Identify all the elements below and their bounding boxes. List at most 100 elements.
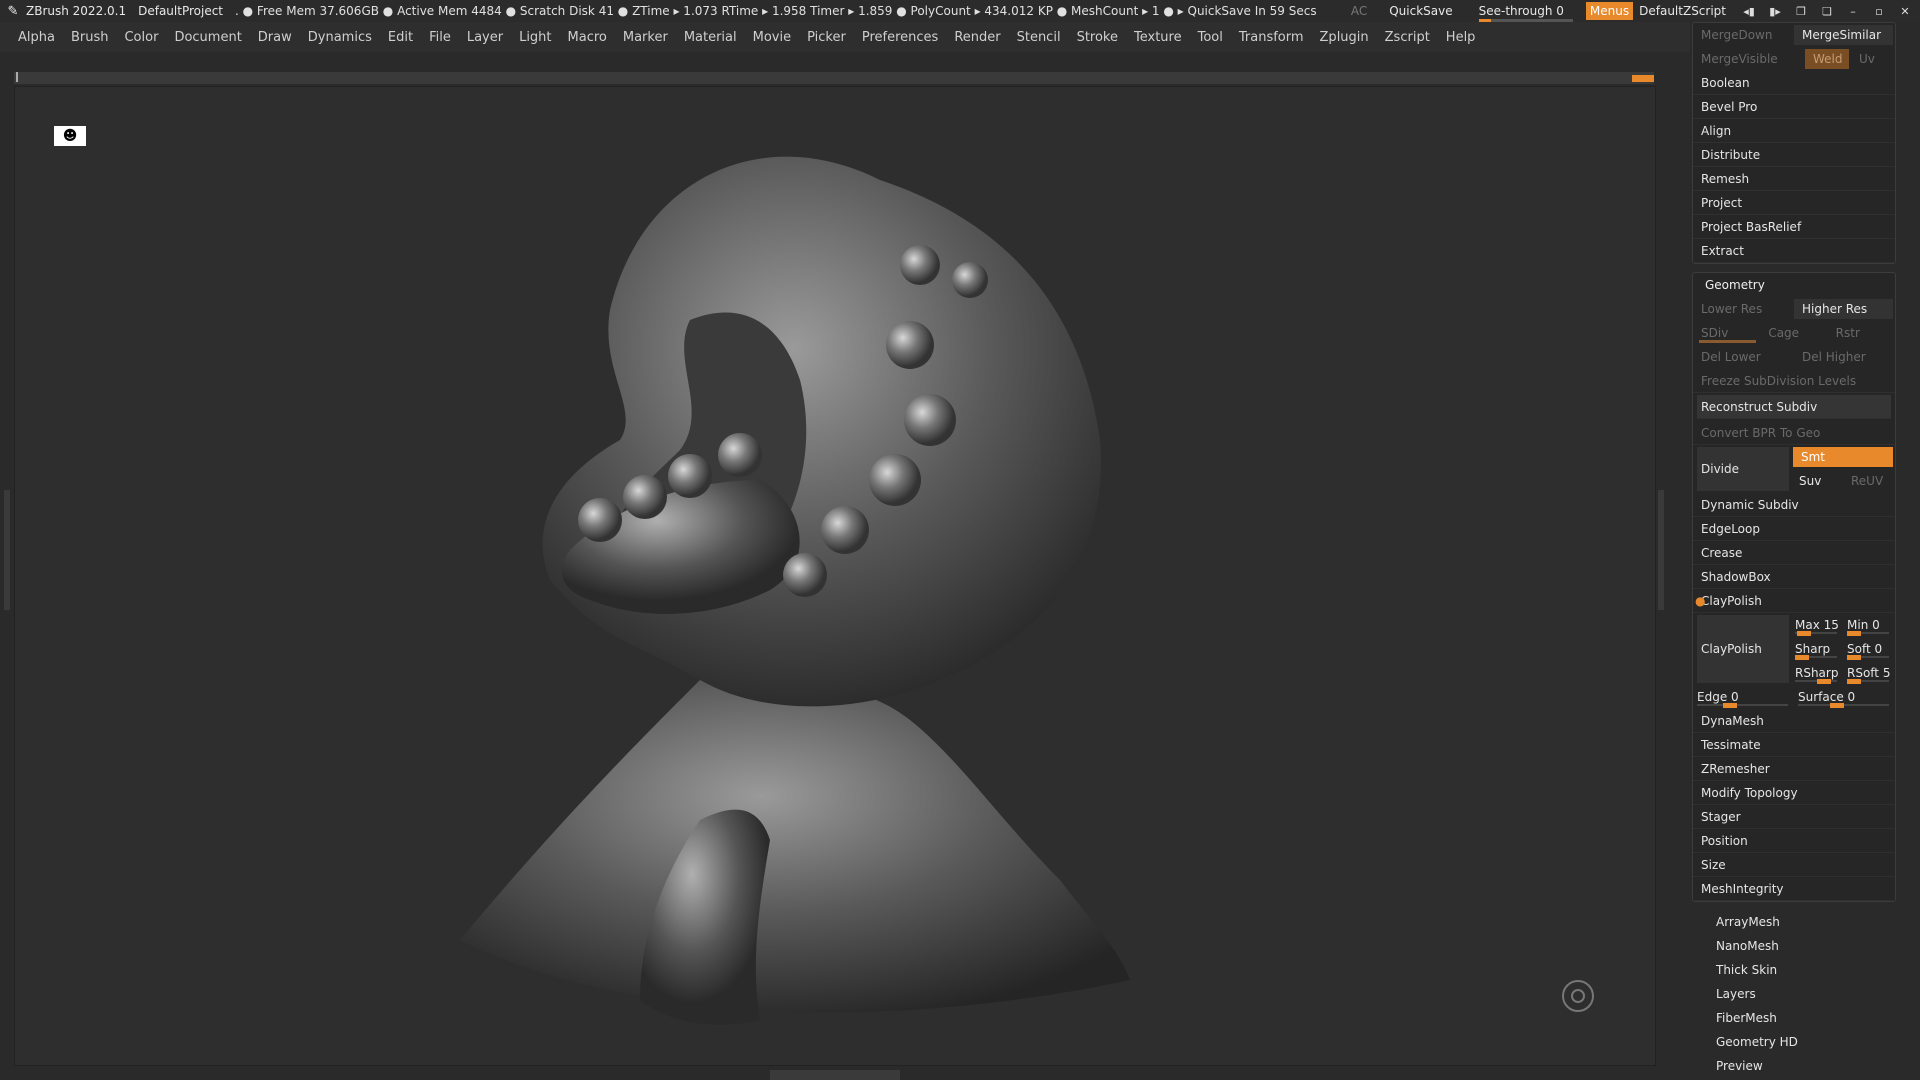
cage-button[interactable]: Cage (1760, 321, 1827, 345)
menu-file[interactable]: File (429, 30, 451, 45)
timeline-strip[interactable] (14, 72, 1654, 84)
lower-res-button[interactable]: Lower Res (1693, 297, 1792, 321)
sharp-slider[interactable]: Sharp (1791, 637, 1843, 661)
del-higher-button[interactable]: Del Higher (1794, 345, 1895, 369)
menu-color[interactable]: Color (124, 30, 158, 45)
sdiv-slider[interactable]: SDiv (1693, 321, 1760, 345)
suv-toggle[interactable]: Suv (1791, 469, 1843, 493)
layout-icon[interactable]: ❐ (1790, 5, 1812, 18)
sculpt-model[interactable] (440, 120, 1180, 1040)
menus-toggle-button[interactable]: Menus (1585, 2, 1634, 20)
bevel-pro-button[interactable]: Bevel Pro (1693, 95, 1895, 119)
layout-alt-icon[interactable]: ❏ (1816, 5, 1838, 18)
align-button[interactable]: Align (1693, 119, 1895, 143)
timeline-marker[interactable] (1632, 75, 1654, 82)
menu-stencil[interactable]: Stencil (1017, 30, 1061, 45)
mergedown-button[interactable]: MergeDown (1693, 23, 1792, 47)
claypolish-button[interactable]: ClayPolish (1697, 615, 1789, 683)
menu-texture[interactable]: Texture (1134, 30, 1182, 45)
boolean-button[interactable]: Boolean (1693, 71, 1895, 95)
menu-help[interactable]: Help (1446, 30, 1476, 45)
menu-document[interactable]: Document (174, 30, 241, 45)
preview-button[interactable]: Preview (1708, 1054, 1896, 1078)
extract-button[interactable]: Extract (1693, 239, 1895, 263)
position-button[interactable]: Position (1693, 829, 1895, 853)
del-lower-button[interactable]: Del Lower (1693, 345, 1794, 369)
remesh-button[interactable]: Remesh (1693, 167, 1895, 191)
default-zscript-button[interactable]: DefaultZScript (1639, 4, 1726, 18)
rotation-gizmo-icon[interactable] (1562, 980, 1594, 1012)
menu-dynamics[interactable]: Dynamics (308, 30, 372, 45)
geometry-header[interactable]: Geometry (1693, 273, 1895, 297)
menu-material[interactable]: Material (684, 30, 737, 45)
edge-slider[interactable]: Edge 0 (1693, 685, 1794, 709)
geometry-hd-button[interactable]: Geometry HD (1708, 1030, 1896, 1054)
arraymesh-button[interactable]: ArrayMesh (1708, 910, 1896, 934)
tessimate-button[interactable]: Tessimate (1693, 733, 1895, 757)
edgeloop-button[interactable]: EdgeLoop (1693, 517, 1895, 541)
menu-macro[interactable]: Macro (568, 30, 607, 45)
tray-left-icon[interactable]: ◂▮ (1738, 5, 1760, 18)
divide-button[interactable]: Divide (1697, 447, 1789, 491)
menu-light[interactable]: Light (519, 30, 551, 45)
menu-picker[interactable]: Picker (807, 30, 846, 45)
smt-toggle[interactable]: Smt (1793, 447, 1893, 467)
menu-movie[interactable]: Movie (753, 30, 791, 45)
tray-right-icon[interactable]: ▮▸ (1764, 5, 1786, 18)
soft-slider[interactable]: Soft 0 (1843, 637, 1895, 661)
menu-layer[interactable]: Layer (467, 30, 503, 45)
shadowbox-button[interactable]: ShadowBox (1693, 565, 1895, 589)
minimize-icon[interactable]: – (1842, 5, 1864, 18)
menu-zscript[interactable]: Zscript (1385, 30, 1430, 45)
right-tray-handle[interactable] (1658, 490, 1664, 610)
meshintegrity-button[interactable]: MeshIntegrity (1693, 877, 1895, 901)
modify-topology-button[interactable]: Modify Topology (1693, 781, 1895, 805)
menu-brush[interactable]: Brush (71, 30, 109, 45)
higher-res-button[interactable]: Higher Res (1794, 299, 1893, 319)
menu-zplugin[interactable]: Zplugin (1320, 30, 1369, 45)
menu-alpha[interactable]: Alpha (18, 30, 55, 45)
convert-bpr-button[interactable]: Convert BPR To Geo (1693, 421, 1895, 445)
mergesimilar-button[interactable]: MergeSimilar (1794, 25, 1893, 45)
fibermesh-button[interactable]: FiberMesh (1708, 1006, 1896, 1030)
crease-button[interactable]: Crease (1693, 541, 1895, 565)
dynamic-subdiv-button[interactable]: Dynamic Subdiv (1693, 493, 1895, 517)
close-icon[interactable]: ✕ (1894, 5, 1916, 18)
nanomesh-button[interactable]: NanoMesh (1708, 934, 1896, 958)
rstr-button[interactable]: Rstr (1828, 321, 1895, 345)
menu-transform[interactable]: Transform (1239, 30, 1304, 45)
project-basrelief-button[interactable]: Project BasRelief (1693, 215, 1895, 239)
menu-preferences[interactable]: Preferences (862, 30, 938, 45)
uv-toggle[interactable]: Uv (1851, 47, 1895, 71)
stager-button[interactable]: Stager (1693, 805, 1895, 829)
menu-marker[interactable]: Marker (623, 30, 668, 45)
zremesher-button[interactable]: ZRemesher (1693, 757, 1895, 781)
quicksave-button[interactable]: QuickSave (1389, 4, 1452, 18)
document-icon[interactable]: ☻ (54, 126, 86, 146)
project-button[interactable]: Project (1693, 191, 1895, 215)
max-slider[interactable]: Max 15 (1791, 613, 1843, 637)
menu-stroke[interactable]: Stroke (1077, 30, 1118, 45)
rsoft-slider[interactable]: RSoft 5 (1843, 661, 1895, 685)
dynamesh-button[interactable]: DynaMesh (1693, 709, 1895, 733)
size-button[interactable]: Size (1693, 853, 1895, 877)
claypolish-header[interactable]: ● ClayPolish (1693, 589, 1895, 613)
menu-tool[interactable]: Tool (1198, 30, 1223, 45)
min-slider[interactable]: Min 0 (1843, 613, 1895, 637)
distribute-button[interactable]: Distribute (1693, 143, 1895, 167)
mergevisible-button[interactable]: MergeVisible (1693, 47, 1803, 71)
weld-toggle[interactable]: Weld (1805, 49, 1849, 69)
freeze-subdivision-button[interactable]: Freeze SubDivision Levels (1693, 369, 1895, 393)
thick-skin-button[interactable]: Thick Skin (1708, 958, 1896, 982)
bottom-tray-handle[interactable] (770, 1070, 900, 1080)
ac-button[interactable]: AC (1351, 4, 1367, 18)
left-tray-handle[interactable] (4, 490, 10, 610)
reuv-toggle[interactable]: ReUV (1843, 469, 1895, 493)
restore-icon[interactable]: ▫ (1868, 5, 1890, 18)
reconstruct-subdiv-button[interactable]: Reconstruct Subdiv (1697, 395, 1891, 419)
menu-render[interactable]: Render (954, 30, 1000, 45)
rsharp-slider[interactable]: RSharp (1791, 661, 1843, 685)
menu-draw[interactable]: Draw (258, 30, 292, 45)
menu-edit[interactable]: Edit (388, 30, 413, 45)
see-through-slider[interactable]: See-through 0 (1478, 4, 1573, 22)
